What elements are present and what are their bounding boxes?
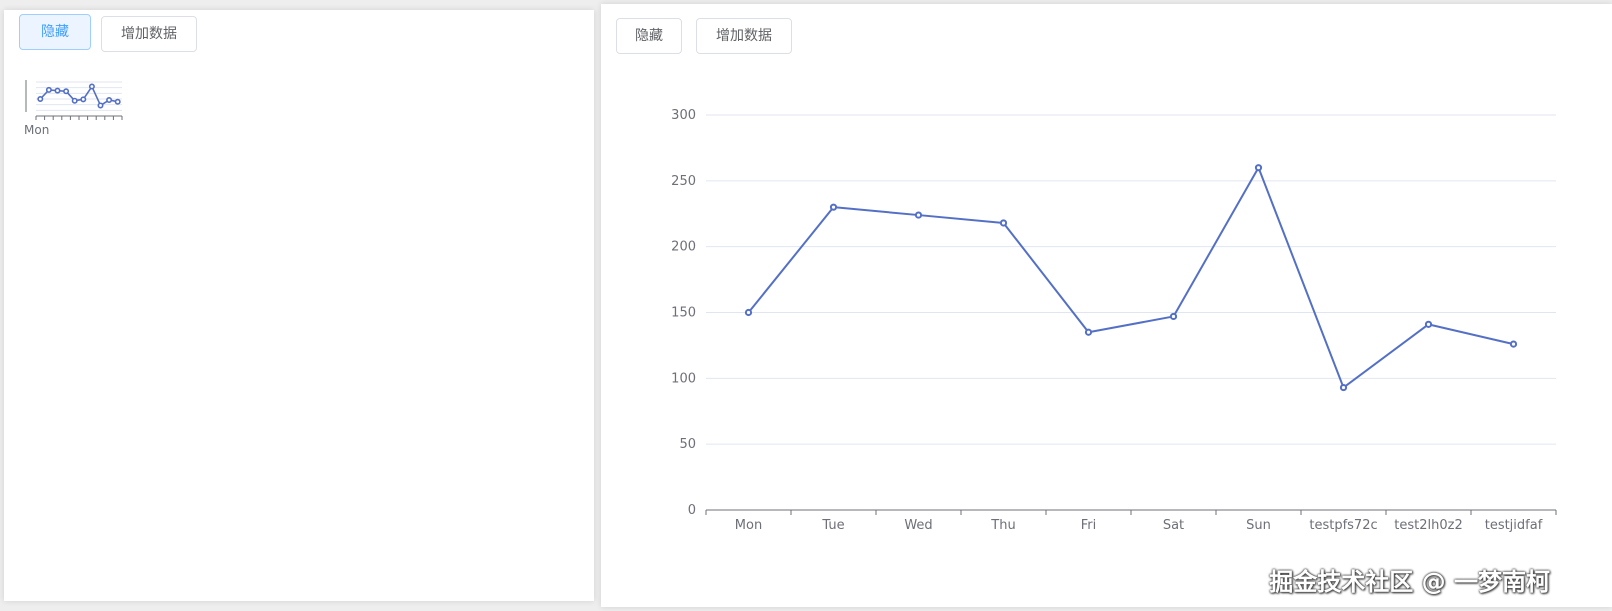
x-tick-label: Mon [735, 518, 762, 533]
watermark: 掘金技术社区 @ 一梦南柯 [1269, 568, 1550, 596]
data-point [37, 95, 44, 102]
x-tick-label: Wed [904, 518, 932, 533]
x-tick-label: test2lh0z2 [1394, 518, 1462, 533]
data-point [45, 86, 52, 93]
data-point [106, 97, 113, 104]
data-point [1509, 340, 1518, 348]
data-point [1169, 312, 1178, 321]
data-point [63, 88, 70, 95]
x-tick-label: Mon [24, 123, 49, 137]
main-line-chart: 0 50 100 150 200 250 300 Mon Tue Wed Thu Fri Sat Sun t… [671, 108, 1557, 533]
x-tick-label: Tue [821, 518, 844, 533]
data-point [97, 102, 104, 109]
data-point [999, 219, 1008, 227]
x-tick-label: Sun [1246, 518, 1271, 533]
series-line [39, 85, 118, 107]
right-panel: 隐藏 增加数据 0 50 100 150 200 250 300 Mon Tue Wed Thu Fr… [601, 4, 1612, 607]
mini-line-chart: Mon [24, 80, 123, 137]
data-point [914, 211, 923, 219]
y-tick-label: 150 [671, 306, 696, 321]
y-tick-label: 50 [679, 437, 696, 452]
data-point [1084, 328, 1093, 336]
add-data-button[interactable]: 增加数据 [101, 16, 197, 52]
left-panel: 隐藏 增加数据 Mon [4, 10, 594, 601]
hide-button[interactable]: 隐藏 [19, 14, 91, 50]
x-tick-label: testpfs72c [1309, 518, 1377, 533]
x-tick-label: testjidfaf [1485, 518, 1543, 533]
data-point [829, 203, 838, 211]
data-point [1339, 383, 1348, 392]
x-tick-label: Fri [1081, 518, 1097, 533]
data-point [54, 87, 61, 94]
y-tick-label: 250 [671, 174, 696, 189]
data-point [1254, 164, 1263, 172]
data-point [80, 96, 87, 103]
x-tick-label: Thu [990, 518, 1015, 533]
y-tick-label: 100 [671, 371, 696, 386]
data-point [88, 83, 95, 90]
data-point [744, 308, 753, 317]
data-point [1424, 320, 1433, 328]
y-tick-label: 200 [671, 240, 696, 255]
data-point [114, 98, 121, 105]
y-tick-label: 0 [688, 503, 696, 518]
y-tick-label: 300 [671, 108, 696, 123]
x-tick-label: Sat [1163, 518, 1184, 533]
data-point [71, 97, 78, 104]
series-line [747, 166, 1514, 389]
